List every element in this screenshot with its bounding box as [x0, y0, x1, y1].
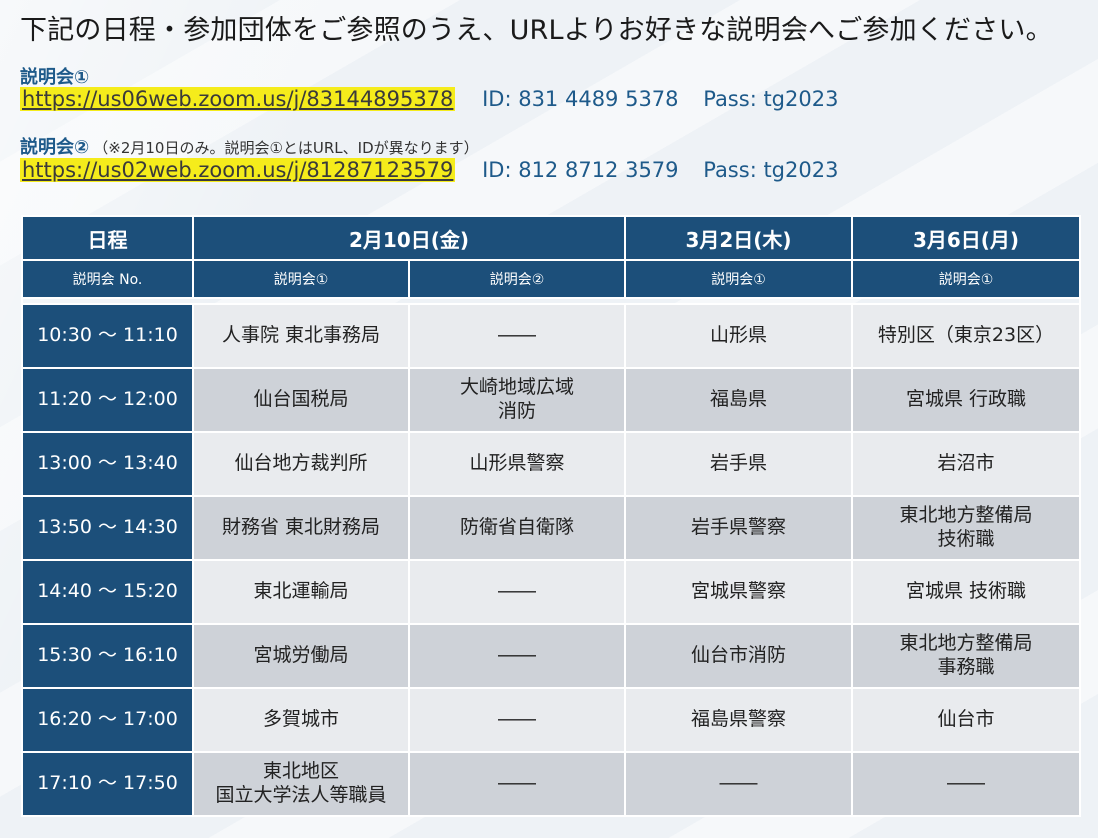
time-cell: 17:10 ～ 17:50 [21, 751, 194, 817]
time-cell: 14:40 ～ 15:20 [21, 559, 194, 625]
session-2-pass: Pass: tg2023 [703, 158, 839, 182]
org-cell: ―― [408, 751, 626, 817]
org-cell: ―― [851, 751, 1081, 817]
header-date-1: 2月10日(金) [192, 215, 626, 261]
session-2-id: ID: 812 8712 3579 [482, 158, 679, 182]
subheader-col-4: 説明会① [851, 259, 1081, 299]
org-cell: ―― [624, 751, 853, 817]
table-row: 13:50 ～ 14:30 財務省 東北財務局 防衛省自衛隊 岩手県警察 東北地方整備局… [21, 495, 1081, 561]
org-cell: 宮城県警察 [624, 559, 853, 625]
org-cell: 宮城県 技術職 [851, 559, 1081, 625]
subheader-row: 説明会 No. 説明会① 説明会② 説明会① 説明会① [21, 259, 1081, 299]
org-cell: 人事院 東北事務局 [192, 303, 410, 369]
session-1-id: ID: 831 4489 5378 [482, 87, 679, 111]
header-schedule: 日程 [21, 215, 194, 261]
org-cell: 仙台市 [851, 687, 1081, 753]
org-cell: 仙台国税局 [192, 367, 410, 433]
org-cell: ―― [408, 303, 626, 369]
org-cell: 岩沼市 [851, 431, 1081, 497]
org-cell: ―― [408, 559, 626, 625]
session-2-zoom-link[interactable]: https://us02web.zoom.us/j/81287123579 [20, 158, 456, 182]
org-cell: 宮城県 行政職 [851, 367, 1081, 433]
schedule-table: 日程 2月10日(金) 3月2日(木) 3月6日(月) 説明会 No. 説明会①… [21, 215, 1081, 817]
org-cell: 山形県 [624, 303, 853, 369]
header-date-2: 3月2日(木) [624, 215, 853, 261]
table-row: 10:30 ～ 11:10 人事院 東北事務局 ―― 山形県 特別区（東京23区） [21, 303, 1081, 369]
session-1-link-row: https://us06web.zoom.us/j/83144895378 ID… [20, 87, 838, 111]
time-cell: 11:20 ～ 12:00 [21, 367, 194, 433]
org-cell: 東北運輸局 [192, 559, 410, 625]
subheader-col-1: 説明会① [192, 259, 410, 299]
time-cell: 15:30 ～ 16:10 [21, 623, 194, 689]
session-2-link-row: https://us02web.zoom.us/j/81287123579 ID… [20, 158, 838, 182]
org-cell: 東北地区 国立大学法人等職員 [192, 751, 410, 817]
session-1-title: 説明会① [20, 63, 89, 89]
time-cell: 13:00 ～ 13:40 [21, 431, 194, 497]
org-cell: ―― [408, 623, 626, 689]
subheader-label: 説明会 No. [21, 259, 194, 299]
org-cell: 福島県 [624, 367, 853, 433]
header-date-3: 3月6日(月) [851, 215, 1081, 261]
schedule-body: 10:30 ～ 11:10 人事院 東北事務局 ―― 山形県 特別区（東京23区） 11:… [21, 303, 1081, 817]
intro-text: 下記の日程・参加団体をご参照のうえ、URLよりお好きな説明会へご参加ください。 [20, 15, 1053, 46]
org-cell: 多賀城市 [192, 687, 410, 753]
org-cell: 福島県警察 [624, 687, 853, 753]
org-cell: 特別区（東京23区） [851, 303, 1081, 369]
table-row: 11:20 ～ 12:00 仙台国税局 大崎地域広域 消防 福島県 宮城県 行政職 [21, 367, 1081, 433]
org-cell: ―― [408, 687, 626, 753]
session-2-note: （※2月10日のみ。説明会①とはURL、IDが異なります） [93, 139, 479, 157]
table-row: 14:40 ～ 15:20 東北運輸局 ―― 宮城県警察 宮城県 技術職 [21, 559, 1081, 625]
org-cell: 東北地方整備局 事務職 [851, 623, 1081, 689]
time-cell: 10:30 ～ 11:10 [21, 303, 194, 369]
org-cell: 岩手県 [624, 431, 853, 497]
org-cell: 防衛省自衛隊 [408, 495, 626, 561]
org-cell: 東北地方整備局 技術職 [851, 495, 1081, 561]
table-row: 17:10 ～ 17:50 東北地区 国立大学法人等職員 ―― ―― ―― [21, 751, 1081, 817]
session-2-title: 説明会② （※2月10日のみ。説明会①とはURL、IDが異なります） [20, 133, 479, 159]
subheader-col-2: 説明会② [408, 259, 626, 299]
org-cell: 宮城労働局 [192, 623, 410, 689]
session-1-zoom-link[interactable]: https://us06web.zoom.us/j/83144895378 [20, 87, 456, 111]
table-row: 15:30 ～ 16:10 宮城労働局 ―― 仙台市消防 東北地方整備局 事務職 [21, 623, 1081, 689]
org-cell: 大崎地域広域 消防 [408, 367, 626, 433]
org-cell: 岩手県警察 [624, 495, 853, 561]
header-row: 日程 2月10日(金) 3月2日(木) 3月6日(月) [21, 215, 1081, 261]
org-cell: 財務省 東北財務局 [192, 495, 410, 561]
session-1-pass: Pass: tg2023 [703, 87, 839, 111]
time-cell: 16:20 ～ 17:00 [21, 687, 194, 753]
time-cell: 13:50 ～ 14:30 [21, 495, 194, 561]
session-2-label: 説明会② [20, 137, 90, 158]
session-1-label: 説明会① [20, 67, 90, 88]
table-row: 13:00 ～ 13:40 仙台地方裁判所 山形県警察 岩手県 岩沼市 [21, 431, 1081, 497]
table-row: 16:20 ～ 17:00 多賀城市 ―― 福島県警察 仙台市 [21, 687, 1081, 753]
org-cell: 山形県警察 [408, 431, 626, 497]
org-cell: 仙台地方裁判所 [192, 431, 410, 497]
subheader-col-3: 説明会① [624, 259, 853, 299]
org-cell: 仙台市消防 [624, 623, 853, 689]
